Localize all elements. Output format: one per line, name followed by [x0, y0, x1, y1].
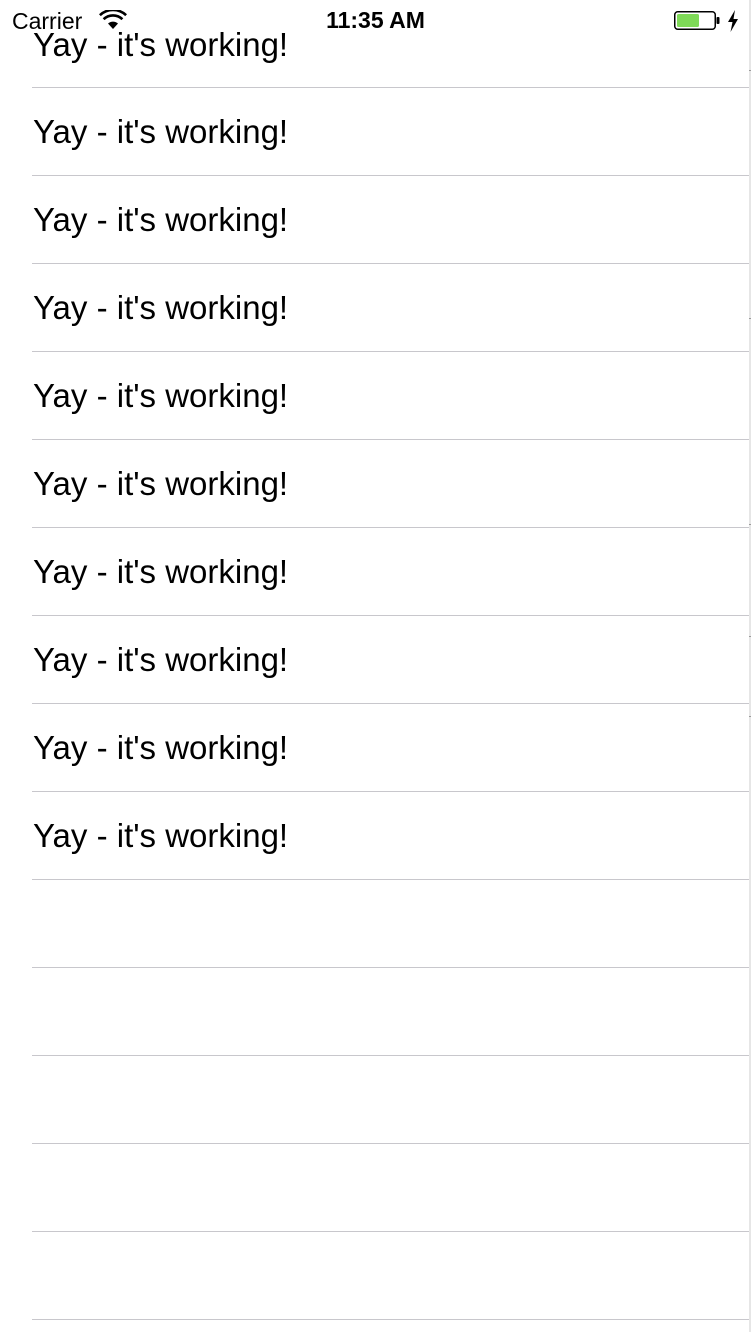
table-view[interactable]: Yay - it's working! Yay - it's working! …	[0, 0, 751, 1332]
status-time: 11:35 AM	[326, 7, 425, 33]
table-row[interactable]: Yay - it's working!	[0, 264, 751, 352]
table-row[interactable]: Yay - it's working!	[0, 792, 751, 880]
row-label: Yay - it's working!	[33, 553, 289, 590]
table-row[interactable]: Yay - it's working!	[0, 704, 751, 792]
row-label: Yay - it's working!	[33, 113, 289, 150]
table-row[interactable]: Yay - it's working!	[0, 352, 751, 440]
table-row[interactable]: Yay - it's working!	[0, 616, 751, 704]
table-row-empty[interactable]	[0, 968, 751, 1056]
row-label: Yay - it's working!	[33, 817, 289, 854]
row-label: Yay - it's working!	[33, 201, 289, 238]
table-row-empty[interactable]	[0, 880, 751, 968]
row-label: Yay - it's working!	[33, 729, 289, 766]
row-label: Yay - it's working!	[33, 641, 289, 678]
table-row-empty[interactable]	[0, 1232, 751, 1320]
table-row-empty[interactable]	[0, 1144, 751, 1232]
status-bar: Carrier 11:35 AM	[0, 0, 751, 40]
row-label: Yay - it's working!	[33, 289, 289, 326]
table-row[interactable]: Yay - it's working!	[0, 440, 751, 528]
row-separator	[32, 1319, 751, 1320]
table-row-empty[interactable]	[0, 1056, 751, 1144]
row-label: Yay - it's working!	[33, 465, 289, 502]
row-label: Yay - it's working!	[33, 377, 289, 414]
table-row[interactable]: Yay - it's working!	[0, 88, 751, 176]
battery-icon	[674, 11, 720, 30]
table-row[interactable]: Yay - it's working!	[0, 176, 751, 264]
charging-bolt-icon	[728, 10, 738, 32]
table-row[interactable]: Yay - it's working!	[0, 528, 751, 616]
